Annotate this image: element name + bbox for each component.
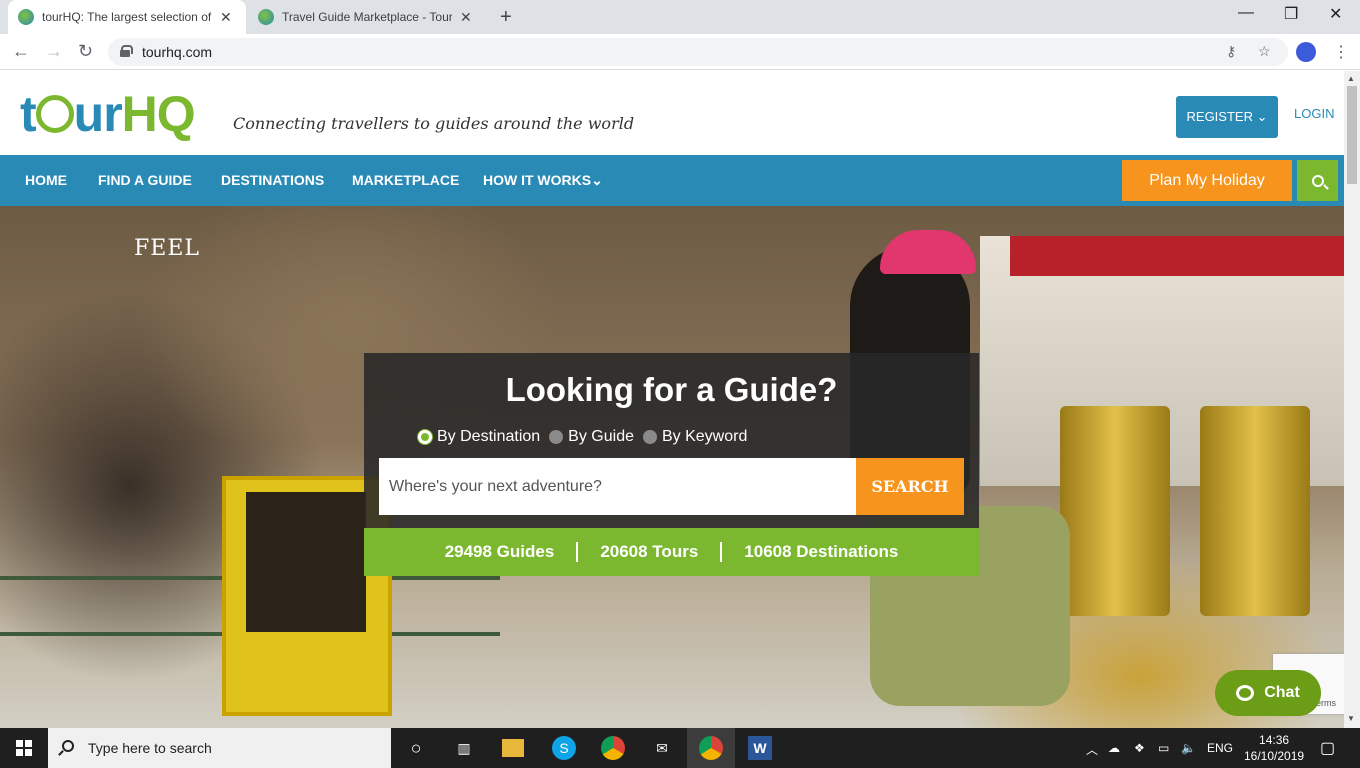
guide-search-panel: Looking for a Guide? By Destination By G…	[364, 353, 979, 528]
tab-close-icon[interactable]: ✕	[460, 9, 472, 26]
reload-button[interactable]: ↻	[78, 41, 93, 62]
plan-my-holiday-button[interactable]: Plan My Holiday	[1122, 160, 1292, 201]
mail-icon[interactable]: ✉	[650, 736, 674, 760]
nav-home[interactable]: HOME	[25, 172, 67, 188]
tab-title: tourHQ: The largest selection of local g…	[42, 10, 212, 24]
nav-find-a-guide[interactable]: FIND A GUIDE	[98, 172, 192, 188]
file-explorer-icon[interactable]	[502, 739, 524, 757]
search-icon	[1311, 174, 1324, 187]
browser-tab-bar: tourHQ: The largest selection of local g…	[0, 0, 1360, 34]
dropbox-icon[interactable]: ❖	[1134, 741, 1145, 755]
radio-by-keyword[interactable]: By Keyword	[642, 428, 747, 446]
stat-destinations: 10608 Destinations	[744, 542, 899, 561]
forward-button[interactable]: →	[45, 41, 63, 62]
tab-close-icon[interactable]: ✕	[220, 9, 232, 26]
hero-overlay-word: FEEL	[134, 236, 200, 261]
register-button[interactable]: REGISTER ⌄	[1176, 96, 1278, 138]
tab-travel-guide-marketplace[interactable]: Travel Guide Marketplace - Tour Guides ✕	[248, 0, 486, 34]
globe-favicon-icon	[258, 9, 274, 25]
tab-tourhq[interactable]: tourHQ: The largest selection of local g…	[8, 0, 246, 34]
address-bar-row: ← → ↻ tourhq.com ⚷ ☆ ⋮	[0, 34, 1360, 70]
search-icon	[62, 740, 74, 752]
key-icon[interactable]: ⚷	[1226, 43, 1236, 60]
login-link[interactable]: LOGIN	[1294, 106, 1334, 121]
hero-banner: FEEL Looking for a Guide? By Destination…	[0, 206, 1344, 728]
chat-button[interactable]: Chat	[1215, 670, 1321, 716]
skype-icon[interactable]: S	[552, 736, 576, 760]
prayer-wheel	[1060, 406, 1170, 616]
stat-tours: 20608 Tours	[600, 542, 699, 561]
scroll-down-icon[interactable]: ▼	[1347, 714, 1355, 723]
clock-date: 16/10/2019	[1244, 749, 1305, 763]
search-panel-title: Looking for a Guide?	[505, 371, 838, 408]
scroll-up-icon[interactable]: ▲	[1347, 74, 1355, 83]
language-indicator[interactable]: ENG	[1207, 741, 1233, 755]
onedrive-icon[interactable]: ☁	[1108, 741, 1120, 755]
shrine-opening	[246, 492, 366, 632]
radio-unselected-icon	[549, 430, 564, 444]
radio-by-destination[interactable]: By Destination	[418, 428, 540, 446]
pink-cap	[880, 230, 976, 274]
search-mode-radios: By Destination By Guide By Keyword	[418, 428, 756, 446]
new-tab-button[interactable]: +	[500, 6, 512, 29]
nav-how-it-works[interactable]: HOW IT WORKS⌄	[483, 172, 603, 189]
lock-icon	[120, 45, 133, 57]
windows-start-icon[interactable]	[16, 740, 32, 756]
url-field[interactable]: tourhq.com ⚷ ☆	[108, 38, 1288, 66]
network-icon[interactable]: ▭	[1158, 741, 1169, 755]
tray-expand-icon[interactable]: ︿	[1086, 741, 1098, 758]
back-button[interactable]: ←	[12, 41, 30, 62]
search-submit-button[interactable]: SEARCH	[856, 458, 964, 515]
chrome-icon[interactable]	[601, 736, 625, 760]
globe-favicon-icon	[18, 9, 34, 25]
cortana-icon[interactable]: ○	[404, 736, 428, 760]
close-window-button[interactable]: ✕	[1329, 4, 1342, 24]
site-search-button[interactable]	[1297, 160, 1338, 201]
windows-taskbar: Type here to search ○ ▥ S ✉ W ︿ ☁ ❖ ▭ 🔈 …	[0, 728, 1360, 768]
destination-search-input[interactable]	[379, 458, 856, 515]
main-navigation: HOME FIND A GUIDE DESTINATIONS MARKETPLA…	[0, 155, 1344, 206]
word-icon[interactable]: W	[748, 736, 772, 760]
scrollbar-thumb[interactable]	[1347, 86, 1357, 184]
tourhq-logo[interactable]: t urHQ	[20, 85, 196, 143]
maximize-button[interactable]: ❐	[1284, 4, 1298, 24]
bookmark-star-icon[interactable]: ☆	[1258, 43, 1271, 60]
radio-unselected-icon	[642, 430, 657, 444]
nav-destinations[interactable]: DESTINATIONS	[221, 172, 324, 188]
notifications-icon[interactable]: ▢	[1320, 738, 1335, 758]
tagline: Connecting travellers to guides around t…	[233, 114, 635, 133]
radio-selected-icon	[418, 430, 432, 444]
monastery-roof	[1010, 236, 1344, 276]
chrome-icon[interactable]	[699, 736, 723, 760]
site-header: t urHQ Connecting travellers to guides ar…	[0, 71, 1344, 155]
taskbar-search-text: Type here to search	[88, 740, 212, 756]
radio-by-guide[interactable]: By Guide	[549, 428, 634, 446]
prayer-wheel	[1200, 406, 1310, 616]
taskbar-search-box[interactable]: Type here to search	[48, 728, 391, 768]
url-text: tourhq.com	[142, 44, 213, 60]
site-stats-bar: 29498 Guides 20608 Tours 10608 Destinati…	[364, 528, 979, 576]
task-view-icon[interactable]: ▥	[452, 736, 476, 760]
clock-time: 14:36	[1259, 733, 1290, 747]
tab-title: Travel Guide Marketplace - Tour Guides	[282, 10, 452, 24]
system-clock[interactable]: 14:36 16/10/2019	[1244, 732, 1304, 764]
profile-avatar-icon[interactable]	[1296, 42, 1316, 62]
minimize-button[interactable]: —	[1238, 4, 1254, 22]
volume-icon[interactable]: 🔈	[1181, 741, 1196, 755]
stat-guides: 29498 Guides	[444, 542, 555, 561]
globe-icon	[35, 95, 74, 133]
nav-marketplace[interactable]: MARKETPLACE	[352, 172, 459, 188]
browser-menu-icon[interactable]: ⋮	[1333, 42, 1349, 62]
chat-bubble-icon	[1236, 685, 1255, 701]
